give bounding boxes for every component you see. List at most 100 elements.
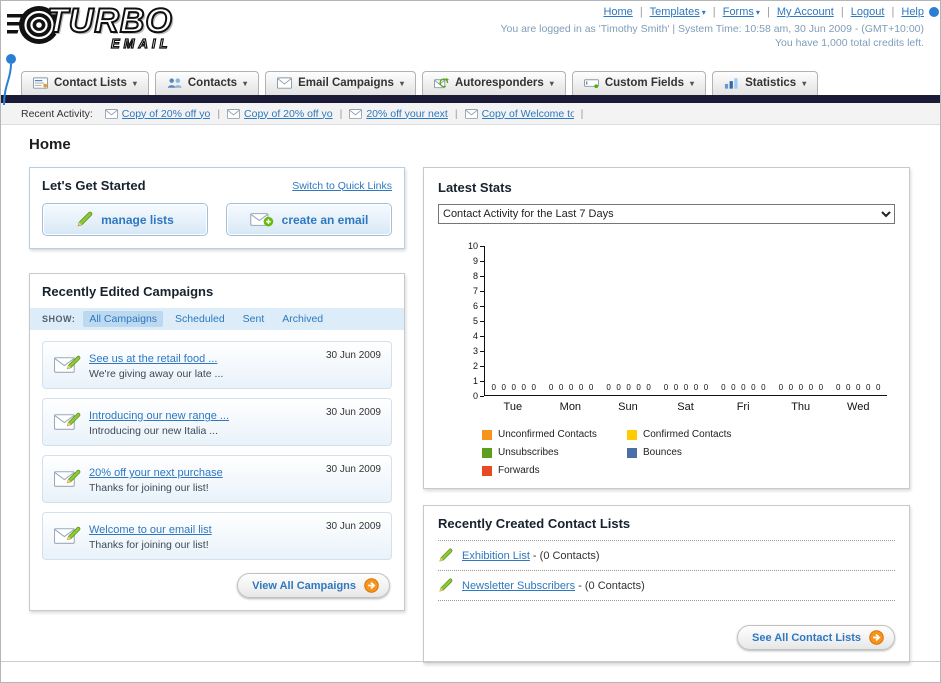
campaign-title-link[interactable]: Welcome to our email list (89, 524, 212, 536)
y-axis-tick: 2 (473, 361, 484, 371)
bar-value-label: 0 (673, 383, 679, 392)
campaign-title-link[interactable]: Introducing our new range ... (89, 410, 229, 422)
campaign-subtitle: Thanks for joining our list! (89, 482, 209, 494)
link-separator: | (639, 6, 643, 18)
legend-label: Forwards (498, 465, 540, 476)
nav-tab-custom-fields[interactable]: Custom Fields ▾ (571, 71, 707, 95)
bar-value-label: 0 (511, 383, 516, 392)
top-link-my-account[interactable]: My Account (777, 6, 834, 18)
campaign-title-link[interactable]: 20% off your next purchase (89, 467, 223, 479)
envelope-icon (465, 109, 478, 119)
legend-swatch (482, 447, 492, 458)
chart-category-group: 00000 (715, 246, 772, 395)
top-link-forms[interactable]: Forms ▾ (723, 6, 760, 18)
legend-swatch (627, 429, 637, 440)
stats-period-select[interactable]: Contact Activity for the Last 7 Days (438, 204, 895, 224)
bar-value-label: 0 (578, 383, 584, 392)
tab-label: Autoresponders (454, 77, 544, 89)
credits-info: You have 1,000 total credits left. (774, 37, 924, 49)
contact-list-row: Newsletter Subscribers - (0 Contacts) (438, 571, 895, 601)
x-axis-label: Tue (503, 401, 523, 413)
activity-separator: | (217, 107, 221, 120)
chart-category-group: 00000 (772, 246, 829, 395)
recent-activity-label: Recent Activity: (21, 107, 93, 120)
nav-tab-contact-lists[interactable]: Contact Lists ▾ (21, 71, 149, 95)
nav-tab-statistics[interactable]: Statistics ▾ (712, 71, 819, 95)
top-link-templates[interactable]: Templates ▾ (650, 6, 706, 18)
manage-lists-button[interactable]: manage lists (42, 203, 208, 236)
statistics-icon (724, 77, 739, 89)
recent-activity-bar: Recent Activity: Copy of 20% off yo | Co… (1, 103, 940, 125)
create-email-button[interactable]: create an email (226, 203, 392, 236)
nav-tab-autoresponders[interactable]: Autoresponders ▾ (421, 71, 566, 95)
bar-value-label: 0 (548, 383, 554, 392)
envelope-pencil-icon (54, 409, 81, 432)
filter-archived[interactable]: Archived (276, 311, 329, 327)
nav-tab-email-campaigns[interactable]: Email Campaigns ▾ (265, 71, 416, 95)
recent-activity-link[interactable]: 20% off your next (366, 108, 448, 120)
tab-label: Statistics (745, 77, 797, 89)
chevron-down-icon: ▾ (549, 78, 554, 88)
top-link-logout[interactable]: Logout (851, 6, 885, 18)
y-axis-tick: 9 (473, 256, 484, 266)
chart-x-axis: Tue Mon Sun Sat Fri Thu Wed (484, 401, 887, 413)
filter-scheduled[interactable]: Scheduled (169, 311, 231, 327)
see-all-contact-lists-button[interactable]: See All Contact Lists (736, 625, 895, 650)
contact-lists-title: Recently Created Contact Lists (438, 516, 895, 541)
envelope-pencil-icon (54, 466, 81, 489)
campaign-row: Introducing our new range ... Introducin… (42, 398, 392, 446)
filter-all-campaigns[interactable]: All Campaigns (83, 311, 164, 327)
chevron-down-icon: ▾ (690, 78, 695, 88)
tab-label: Email Campaigns (298, 77, 394, 89)
bar-value-label: 0 (558, 383, 564, 392)
chart-category-group: 00000 (657, 246, 714, 395)
campaign-date: 30 Jun 2009 (325, 521, 381, 532)
bar-value-label: 0 (721, 383, 726, 392)
tab-label: Contact Lists (54, 77, 127, 89)
top-link-help[interactable]: Help (901, 6, 924, 18)
envelope-icon (227, 109, 240, 119)
contact-list-detail: - (0 Contacts) (575, 579, 645, 592)
recent-activity-link[interactable]: Copy of Welcome to (482, 108, 574, 120)
campaign-subtitle: Introducing our new Italia ... (89, 425, 218, 437)
bar-value-label: 0 (846, 383, 851, 392)
chevron-down-icon: ▾ (399, 78, 404, 88)
envelope-icon (105, 109, 118, 119)
y-axis-tick: 10 (468, 241, 484, 251)
switch-quick-links-link[interactable]: Switch to Quick Links (292, 180, 392, 192)
legend-swatch (482, 429, 492, 440)
corner-dot (929, 7, 939, 17)
recently-edited-campaigns-panel: Recently Edited Campaigns SHOW: All Camp… (29, 273, 405, 611)
nav-tab-contacts[interactable]: Contacts ▾ (154, 71, 260, 95)
campaign-title-link[interactable]: See us at the retail food ... (89, 353, 217, 365)
campaign-row: 20% off your next purchase Thanks for jo… (42, 455, 392, 503)
bar-value-label: 0 (856, 383, 861, 392)
recent-activity-link[interactable]: Copy of 20% off yo (244, 108, 333, 120)
view-all-campaigns-button[interactable]: View All Campaigns (237, 573, 390, 598)
bar-value-label: 0 (788, 383, 794, 392)
top-link-home[interactable]: Home (603, 6, 632, 18)
recent-activity-item: 20% off your next | (349, 108, 464, 120)
link-separator: | (766, 6, 770, 18)
recent-activity-link[interactable]: Copy of 20% off yo (122, 108, 211, 120)
chart-plot: 00000000000000000000000000000000000 (484, 246, 887, 396)
top-links: Home | Templates ▾ | Forms ▾ | My Account … (500, 6, 924, 18)
arrow-circle-icon (869, 630, 884, 645)
bar-value-label: 0 (761, 383, 766, 392)
decorative-balloon (3, 54, 16, 106)
bar-value-label: 0 (626, 383, 631, 392)
bar-value-label: 0 (876, 383, 881, 392)
filter-sent[interactable]: Sent (237, 311, 271, 327)
recent-activity-item: Copy of 20% off yo | (227, 108, 349, 120)
autoresponders-icon (434, 77, 449, 89)
envelope-pencil-icon (54, 352, 81, 375)
contact-lists-icon (33, 77, 48, 89)
bar-value-label: 0 (731, 383, 736, 392)
contact-list-row: Exhibition List - (0 Contacts) (438, 541, 895, 571)
header: TURBO EMAIL Home | Templates ▾ | Forms ▾ |… (1, 1, 940, 106)
x-axis-label: Sun (618, 401, 638, 413)
contact-list-link[interactable]: Exhibition List (462, 550, 530, 562)
tab-label: Contacts (187, 77, 238, 89)
pencil-icon (76, 211, 93, 228)
contact-list-link[interactable]: Newsletter Subscribers (462, 580, 575, 592)
